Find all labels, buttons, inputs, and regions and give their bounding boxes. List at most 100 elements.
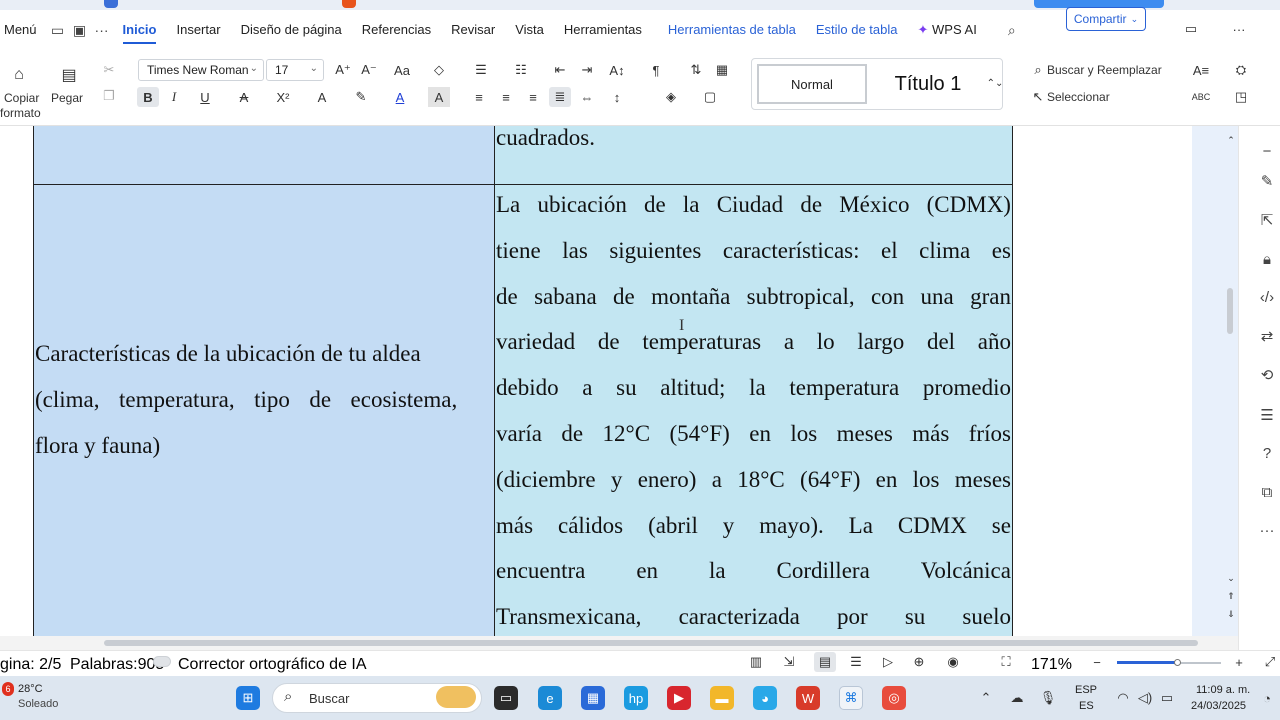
line-spacing-icon[interactable]: ↕ [606, 87, 628, 107]
file-explorer-icon[interactable]: ▬ [710, 686, 734, 710]
folder-icon[interactable]: ▭ [47, 22, 69, 39]
align-left-icon[interactable]: ≡ [468, 87, 490, 107]
decrease-indent-icon[interactable]: ⇤ [549, 60, 571, 80]
table-cell-content[interactable]: La ubicación de la Ciudad de México (CDMX) tiene… [495, 185, 1013, 638]
notifications-icon[interactable]: ◔ [1256, 688, 1278, 708]
copy-format-icon[interactable]: ⌂ [8, 64, 30, 86]
wps-office-icon[interactable]: W [796, 686, 820, 710]
font-color-icon[interactable]: A [389, 87, 411, 107]
superscript-icon[interactable]: X² [272, 87, 294, 107]
copy-icon[interactable]: ❐ [98, 86, 120, 106]
volume-icon[interactable]: ◁) [1134, 688, 1156, 708]
app-icon[interactable]: ◕ [753, 686, 777, 710]
pane-icon[interactable]: ◳ [1230, 87, 1252, 107]
microphone-icon[interactable]: 🎙︎ [1037, 688, 1059, 708]
zoom-slider-knob[interactable] [1174, 659, 1181, 666]
paragraph-mark-icon[interactable]: ¶ [645, 60, 667, 80]
edge-icon[interactable]: e [538, 686, 562, 710]
tab-herramientas-tabla[interactable]: Herramientas de tabla [652, 10, 806, 50]
bold-icon[interactable]: B [137, 87, 159, 107]
tab-insertar[interactable]: Insertar [166, 10, 230, 50]
char-shading-icon[interactable]: A [428, 87, 450, 107]
share-button[interactable]: Compartir ⌄ [1066, 7, 1146, 31]
wps-ai-button[interactable]: ✦ WPS AI [908, 10, 987, 50]
paste-button[interactable]: Pegar [51, 91, 83, 105]
wps-writer-icon[interactable]: ⌘ [839, 686, 863, 710]
numbering-icon[interactable]: ☷ [510, 60, 532, 80]
tab-vista[interactable]: Vista [505, 10, 554, 50]
battery-icon[interactable]: ▭ [1156, 688, 1178, 708]
shrink-font-icon[interactable]: A⁻ [358, 60, 380, 80]
globe-icon[interactable]: ⊕ [908, 652, 930, 672]
font-size-select[interactable]: 17 ⌄ [266, 59, 324, 81]
font-name-select[interactable]: Times New Roman ⌄ [138, 59, 264, 81]
language-bottom[interactable]: ES [1079, 700, 1094, 712]
pointer-icon[interactable]: ⇱ [1256, 209, 1278, 231]
app-tab-stub[interactable] [342, 0, 356, 8]
lock-icon[interactable]: 🔒︎ [1256, 248, 1278, 270]
play-icon[interactable]: ▷ [877, 652, 899, 672]
tab-revisar[interactable]: Revisar [441, 10, 505, 50]
outline-icon[interactable]: ☰ [845, 652, 867, 672]
windows-start-icon[interactable]: ⊞ [236, 686, 260, 710]
style-normal[interactable]: Normal [757, 64, 867, 104]
tab-referencias[interactable]: Referencias [352, 10, 441, 50]
grow-font-icon[interactable]: A⁺ [332, 60, 354, 80]
tab-estilo-tabla[interactable]: Estilo de tabla [806, 10, 908, 50]
table-cell-label[interactable]: Características de la ubicación de tu al… [33, 185, 495, 638]
save-icon[interactable]: ▣ [69, 22, 91, 39]
underline-icon[interactable]: U [194, 87, 216, 107]
copy-format-label-2[interactable]: formato [0, 106, 41, 120]
tab-inicio[interactable]: Inicio [113, 10, 167, 50]
language-top[interactable]: ESP [1075, 684, 1097, 696]
increase-indent-icon[interactable]: ⇥ [576, 60, 598, 80]
borders-icon[interactable]: ▢ [699, 87, 721, 107]
vertical-scroll-thumb[interactable] [1227, 288, 1233, 334]
table-tools-icon[interactable]: ▦ [711, 60, 733, 80]
text-effect-icon[interactable]: A [311, 87, 333, 107]
clear-format-icon[interactable]: ◇ [428, 60, 450, 80]
code-icon[interactable]: ‹/› [1256, 286, 1278, 308]
more-options-icon[interactable]: ··· [1228, 19, 1250, 39]
hp-icon[interactable]: hp [624, 686, 648, 710]
text-layout-icon[interactable]: A≡ [1190, 60, 1212, 80]
horizontal-scroll-thumb[interactable] [104, 640, 1198, 646]
table-cell-prev-left[interactable] [33, 126, 495, 185]
italic-icon[interactable]: I [163, 87, 185, 107]
wifi-icon[interactable]: ◠ [1112, 688, 1134, 708]
comment-icon[interactable]: ▭ [1180, 19, 1202, 39]
tab-diseno[interactable]: Diseño de página [231, 10, 352, 50]
zoom-out-icon[interactable]: − [1086, 652, 1108, 672]
cut-icon[interactable]: ✂ [98, 60, 120, 80]
main-menu[interactable]: Menú [0, 10, 47, 50]
cloud-icon[interactable]: ☁ [1006, 688, 1028, 708]
change-case-icon[interactable]: Aa [388, 60, 416, 80]
search-icon[interactable]: ⌕ [1001, 22, 1023, 39]
find-replace-button[interactable]: Buscar y Reemplazar [1047, 63, 1162, 77]
zoom-in-icon[interactable]: + [1228, 652, 1250, 672]
select-button[interactable]: Seleccionar [1047, 90, 1110, 104]
text-direction-icon[interactable]: A↕ [606, 60, 628, 80]
format-painter-icon[interactable]: ⛭ [1230, 60, 1252, 80]
media-app-icon[interactable]: ▶ [667, 686, 691, 710]
styles-expand-icon[interactable]: ⌃⌄ [984, 73, 1006, 93]
align-right-icon[interactable]: ≡ [522, 87, 544, 107]
paste-icon[interactable]: ▤ [58, 64, 80, 86]
vertical-scrollbar[interactable] [1221, 130, 1237, 636]
highlight-icon[interactable]: ✎ [350, 87, 372, 107]
more-tools-icon[interactable]: ··· [1256, 519, 1278, 541]
copy-format-label[interactable]: Copiar [4, 91, 39, 105]
list-icon[interactable]: ☰ [1256, 404, 1278, 426]
table-cell-prev-right[interactable]: cuadrados. [495, 126, 1013, 185]
eye-protect-icon[interactable]: ◉ [942, 652, 964, 672]
weather-desc[interactable]: Soleado [18, 698, 58, 710]
bullets-icon[interactable]: ☰ [470, 60, 492, 80]
window-icon[interactable]: ⧉ [1256, 481, 1278, 503]
weather-temp[interactable]: 28°C [18, 683, 43, 695]
task-view-icon[interactable]: ▭ [494, 686, 518, 710]
strikethrough-icon[interactable]: A [233, 87, 255, 107]
shading-icon[interactable]: ◈ [660, 87, 682, 107]
more-icon[interactable]: ··· [91, 22, 113, 38]
chrome-icon[interactable]: ◎ [882, 686, 906, 710]
spellcheck-toggle[interactable] [153, 656, 171, 667]
